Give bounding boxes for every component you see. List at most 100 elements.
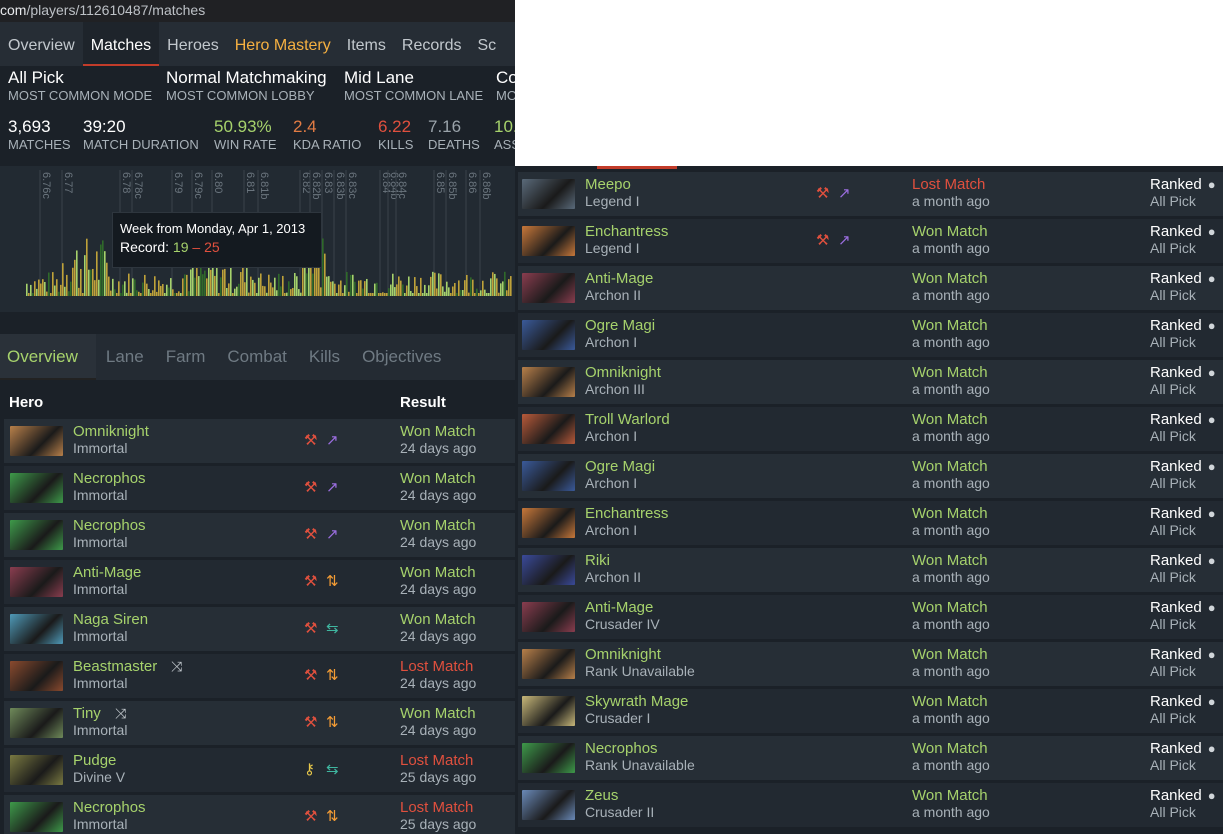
match-result[interactable]: Won Match [912, 787, 988, 804]
subtab-objectives[interactable]: Objectives [352, 334, 453, 380]
table-row[interactable]: Ogre Magi Archon I Won Match a month ago Ran… [518, 313, 1223, 357]
table-row[interactable]: Anti-Mage Immortal ⚒ ⇅ Won Match 24 days ago [4, 560, 515, 604]
hero-name[interactable]: Anti-Mage [585, 270, 653, 287]
tab-hero-mastery[interactable]: Hero Mastery [227, 22, 339, 66]
table-row[interactable]: Anti-Mage Archon II Won Match a month ago Ra… [518, 266, 1223, 310]
match-result[interactable]: Won Match [912, 458, 988, 475]
hero-name[interactable]: Ogre Magi [585, 458, 655, 475]
hero-name[interactable]: Pudge [73, 752, 116, 769]
hero-portrait[interactable] [10, 802, 63, 832]
match-result[interactable]: Lost Match [912, 176, 985, 193]
match-result[interactable]: Won Match [400, 705, 476, 722]
address-bar[interactable]: com/players/112610487/matches [0, 0, 515, 22]
match-result[interactable]: Lost Match [400, 658, 473, 675]
subtab-lane[interactable]: Lane [96, 334, 156, 380]
hero-portrait[interactable] [10, 567, 63, 597]
table-row[interactable]: Pudge Divine V ⚷ ⇆ Lost Match 25 days ago [4, 748, 515, 792]
col-result-header[interactable]: Result [400, 390, 446, 416]
table-row[interactable]: Necrophos Immortal ⚒ ↗ Won Match 24 days ago [4, 466, 515, 510]
table-row[interactable]: Beastmaster ⤨ Immortal ⚒ ⇅ Lost Match 24 days … [4, 654, 515, 698]
hero-portrait[interactable] [522, 508, 575, 538]
match-result[interactable]: Won Match [912, 505, 988, 522]
hero-portrait[interactable] [10, 708, 63, 738]
hero-portrait[interactable] [522, 790, 575, 820]
match-result[interactable]: Won Match [400, 517, 476, 534]
hero-portrait[interactable] [522, 414, 575, 444]
match-result[interactable]: Won Match [400, 564, 476, 581]
hero-portrait[interactable] [522, 461, 575, 491]
hero-name[interactable]: Enchantress [585, 505, 668, 522]
subtab-combat[interactable]: Combat [217, 334, 299, 380]
hero-name[interactable]: Omniknight [585, 646, 661, 663]
hero-name[interactable]: Skywrath Mage [585, 693, 688, 710]
table-row[interactable]: Tiny ⤨ Immortal ⚒ ⇅ Won Match 24 days ago [4, 701, 515, 745]
table-row[interactable]: Meepo Legend I ⚒ ↗ Lost Match a month ago Rank… [518, 172, 1223, 216]
hero-portrait[interactable] [10, 426, 63, 456]
hero-name[interactable]: Omniknight [73, 423, 149, 440]
hero-name[interactable]: Omniknight [585, 364, 661, 381]
table-row[interactable]: Enchantress Legend I ⚒ ↗ Won Match a month ag… [518, 219, 1223, 263]
table-row[interactable]: Necrophos Immortal ⚒ ↗ Won Match 24 days ago [4, 513, 515, 557]
hero-name[interactable]: Beastmaster [73, 658, 157, 675]
hero-portrait[interactable] [522, 226, 575, 256]
table-row[interactable]: Zeus Crusader II Won Match a month ago Ranke… [518, 783, 1223, 827]
hero-name[interactable]: Ogre Magi [585, 317, 655, 334]
table-row[interactable]: Anti-Mage Crusader IV Won Match a month ago… [518, 595, 1223, 639]
match-result[interactable]: Won Match [400, 470, 476, 487]
hero-name[interactable]: Necrophos [73, 517, 146, 534]
table-row[interactable]: Naga Siren Immortal ⚒ ⇆ Won Match 24 days ago [4, 607, 515, 651]
match-result[interactable]: Lost Match [400, 799, 473, 816]
match-result[interactable]: Won Match [912, 317, 988, 334]
table-row[interactable]: Omniknight Rank Unavailable Won Match a mon… [518, 642, 1223, 686]
hero-portrait[interactable] [522, 696, 575, 726]
table-row[interactable]: Riki Archon II Won Match a month ago Ranked ●… [518, 548, 1223, 592]
match-result[interactable]: Won Match [912, 223, 988, 240]
match-result[interactable]: Won Match [912, 599, 988, 616]
table-row[interactable]: Skywrath Mage Crusader I Won Match a month … [518, 689, 1223, 733]
hero-portrait[interactable] [522, 367, 575, 397]
hero-portrait[interactable] [522, 273, 575, 303]
match-result[interactable]: Won Match [912, 270, 988, 287]
hero-name[interactable]: Riki [585, 552, 610, 569]
hero-name[interactable]: Tiny [73, 705, 101, 722]
match-result[interactable]: Won Match [912, 740, 988, 757]
hero-name[interactable]: Naga Siren [73, 611, 148, 628]
hero-name[interactable]: Necrophos [585, 740, 658, 757]
table-row[interactable]: Troll Warlord Archon I Won Match a month ag… [518, 407, 1223, 451]
hero-portrait[interactable] [522, 602, 575, 632]
hero-portrait[interactable] [522, 555, 575, 585]
match-result[interactable]: Won Match [912, 411, 988, 428]
subtab-farm[interactable]: Farm [156, 334, 218, 380]
col-hero-header[interactable]: Hero [9, 390, 43, 416]
hero-portrait[interactable] [522, 320, 575, 350]
hero-name[interactable]: Anti-Mage [585, 599, 653, 616]
match-result[interactable]: Won Match [400, 611, 476, 628]
table-row[interactable]: Omniknight Archon III Won Match a month ago… [518, 360, 1223, 404]
hero-portrait[interactable] [522, 179, 575, 209]
tab-overview[interactable]: Overview [0, 22, 83, 66]
match-result[interactable]: Won Match [912, 552, 988, 569]
hero-portrait[interactable] [10, 661, 63, 691]
hero-portrait[interactable] [522, 743, 575, 773]
hero-portrait[interactable] [10, 473, 63, 503]
match-result[interactable]: Won Match [912, 646, 988, 663]
table-row[interactable]: Enchantress Archon I Won Match a month ago R… [518, 501, 1223, 545]
table-row[interactable]: Omniknight Immortal ⚒ ↗ Won Match 24 days ago [4, 419, 515, 463]
tab-records[interactable]: Records [394, 22, 470, 66]
match-result[interactable]: Lost Match [400, 752, 473, 769]
hero-name[interactable]: Meepo [585, 176, 631, 193]
tab-heroes[interactable]: Heroes [159, 22, 227, 66]
hero-name[interactable]: Enchantress [585, 223, 668, 240]
tab-matches[interactable]: Matches [82, 22, 160, 66]
tab-scenarios[interactable]: Sc [469, 22, 504, 66]
subtab-overview[interactable]: Overview [0, 334, 96, 380]
subtab-kills[interactable]: Kills [299, 334, 352, 380]
table-row[interactable]: Ogre Magi Archon I Won Match a month ago Ran… [518, 454, 1223, 498]
hero-name[interactable]: Necrophos [73, 470, 146, 487]
table-row[interactable]: Necrophos Rank Unavailable Won Match a mont… [518, 736, 1223, 780]
hero-name[interactable]: Necrophos [73, 799, 146, 816]
hero-portrait[interactable] [10, 520, 63, 550]
hero-name[interactable]: Troll Warlord [585, 411, 670, 428]
tab-items[interactable]: Items [339, 22, 394, 66]
match-result[interactable]: Won Match [400, 423, 476, 440]
